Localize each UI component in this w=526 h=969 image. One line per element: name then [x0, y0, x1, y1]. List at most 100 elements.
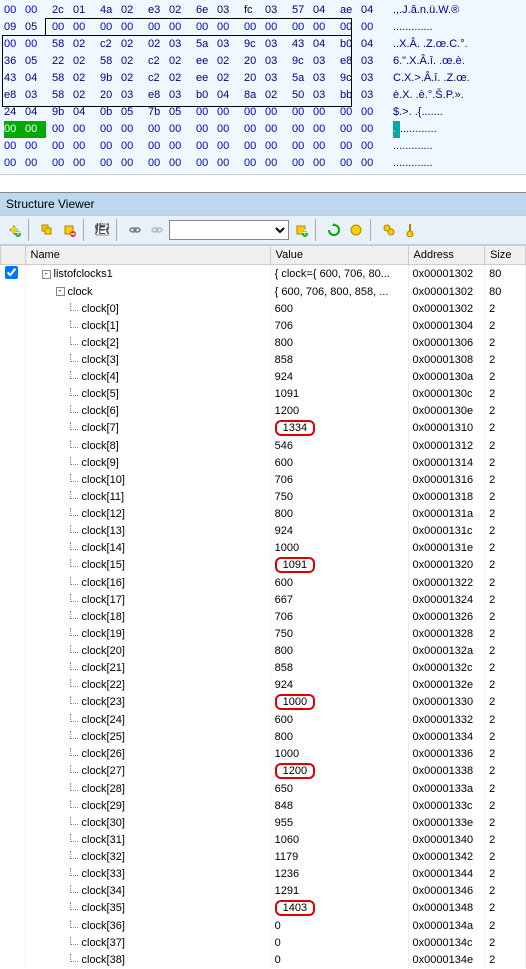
table-row[interactable]: clock[8]5460x000013122	[1, 437, 526, 454]
hex-row[interactable]: 00000000000000000000000000000000........…	[4, 138, 522, 155]
table-row[interactable]: clock[0]6000x000013022	[1, 300, 526, 317]
col-name[interactable]: Name	[25, 246, 270, 265]
table-row[interactable]: clock[17]6670x000013242	[1, 591, 526, 608]
row-address: 0x00001348	[408, 899, 485, 917]
hex-viewer[interactable]: 00002c014a02e3026e03fc035704ae04.,.J.â.n…	[0, 0, 526, 174]
table-row[interactable]: clock[9]6000x000013142	[1, 454, 526, 471]
row-size: 2	[485, 642, 526, 659]
hex-row[interactable]: 00002c014a02e3026e03fc035704ae04.,.J.â.n…	[4, 2, 522, 19]
hex-row[interactable]: 24049b040b057b050000000000000000$.>. .{.…	[4, 104, 522, 121]
row-size: 2	[485, 917, 526, 934]
table-row[interactable]: clock[29]8480x0000133c2	[1, 797, 526, 814]
table-row[interactable]: clock[24]6000x000013322	[1, 711, 526, 728]
col-address[interactable]: Address	[408, 246, 485, 265]
table-row[interactable]: clock[4]9240x0000130a2	[1, 368, 526, 385]
row-size: 2	[485, 659, 526, 676]
hex-row[interactable]: 00005802c20202035a039c034304b004..X.Â. .…	[4, 36, 522, 53]
hex-row[interactable]: 00000000000000000000000000000000........…	[4, 121, 522, 138]
row-address: 0x00001306	[408, 334, 485, 351]
table-row[interactable]: clock[2]8000x000013062	[1, 334, 526, 351]
link-button[interactable]	[125, 220, 145, 240]
row-value: 1179	[270, 848, 408, 865]
table-row[interactable]: clock[32]11790x000013422	[1, 848, 526, 865]
hex-row[interactable]: 09050000000000000000000000000000........…	[4, 19, 522, 36]
row-name: listofclocks1	[54, 268, 113, 280]
row-address: 0x00001318	[408, 488, 485, 505]
row-address: 0x0000133c	[408, 797, 485, 814]
tree-toggle[interactable]: -	[42, 270, 51, 279]
table-row[interactable]: clock[10]7060x000013162	[1, 471, 526, 488]
table-row[interactable]: clock[18]7060x000013262	[1, 608, 526, 625]
row-size: 2	[485, 625, 526, 642]
table-row[interactable]: clock[33]12360x000013442	[1, 865, 526, 882]
row-size: 2	[485, 556, 526, 574]
table-row[interactable]: clock[37]00x0000134c2	[1, 934, 526, 951]
fav-button[interactable]	[379, 220, 399, 240]
hex-toggle-button[interactable]: HEXDEC	[92, 220, 112, 240]
highlight-button[interactable]	[346, 220, 366, 240]
table-row[interactable]: clock[13]9240x0000131c2	[1, 522, 526, 539]
table-row[interactable]: -clock{ 600, 706, 800, 858, ...0x0000130…	[1, 283, 526, 300]
row-name: clock[13]	[82, 525, 125, 537]
add-struct-button[interactable]: +	[4, 220, 24, 240]
hex-row[interactable]: e80358022003e803b0048a025003bb03è.X. .è.…	[4, 87, 522, 104]
table-row[interactable]: clock[21]8580x0000132c2	[1, 659, 526, 676]
row-name: clock[8]	[82, 440, 119, 452]
table-row[interactable]: clock[6]12000x0000130e2	[1, 402, 526, 419]
tree-toggle[interactable]: -	[56, 287, 65, 296]
row-name: clock[3]	[82, 354, 119, 366]
table-row[interactable]: clock[15]10910x000013202	[1, 556, 526, 574]
table-row[interactable]: clock[27]12000x000013382	[1, 762, 526, 780]
table-row[interactable]: -listofclocks1{ clock={ 600, 706, 80...0…	[1, 265, 526, 284]
row-address: 0x00001338	[408, 762, 485, 780]
table-row[interactable]: clock[20]8000x0000132a2	[1, 642, 526, 659]
structure-select[interactable]	[169, 220, 289, 240]
row-name: clock[5]	[82, 388, 119, 400]
table-row[interactable]: clock[30]9550x0000133e2	[1, 814, 526, 831]
copy-struct-button[interactable]	[37, 220, 57, 240]
table-row[interactable]: clock[25]8000x000013342	[1, 728, 526, 745]
table-row[interactable]: clock[14]10000x0000131e2	[1, 539, 526, 556]
row-address: 0x00001330	[408, 693, 485, 711]
row-address: 0x00001308	[408, 351, 485, 368]
table-row[interactable]: clock[16]6000x000013222	[1, 574, 526, 591]
row-size: 2	[485, 317, 526, 334]
row-size: 2	[485, 351, 526, 368]
options-button[interactable]	[401, 220, 421, 240]
refresh-button[interactable]	[324, 220, 344, 240]
table-row[interactable]: clock[11]7500x000013182	[1, 488, 526, 505]
table-row[interactable]: clock[36]00x0000134a2	[1, 917, 526, 934]
row-size: 2	[485, 814, 526, 831]
table-row[interactable]: clock[31]10600x000013402	[1, 831, 526, 848]
table-row[interactable]: clock[3]8580x000013082	[1, 351, 526, 368]
table-row[interactable]: clock[38]00x0000134e2	[1, 951, 526, 968]
structure-grid[interactable]: Name Value Address Size -listofclocks1{ …	[0, 245, 526, 968]
add-to-list-button[interactable]: +	[291, 220, 311, 240]
row-name: clock[4]	[82, 371, 119, 383]
col-value[interactable]: Value	[270, 246, 408, 265]
row-size: 2	[485, 608, 526, 625]
remove-struct-button[interactable]	[59, 220, 79, 240]
hex-row[interactable]: 00000000000000000000000000000000........…	[4, 155, 522, 172]
table-row[interactable]: clock[12]8000x0000131a2	[1, 505, 526, 522]
hex-row[interactable]: 360522025802c202ee0220039c03e8036.".X.Â.…	[4, 53, 522, 70]
table-row[interactable]: clock[7]13340x000013102	[1, 419, 526, 437]
table-row[interactable]: clock[26]10000x000013362	[1, 745, 526, 762]
col-size[interactable]: Size	[485, 246, 526, 265]
table-row[interactable]: clock[22]9240x0000132e2	[1, 676, 526, 693]
unlink-button[interactable]	[147, 220, 167, 240]
table-row[interactable]: clock[5]10910x0000130c2	[1, 385, 526, 402]
hex-row[interactable]: 430458029b02c202ee0220035a039c03C.X.>.Â.…	[4, 70, 522, 87]
row-size: 2	[485, 951, 526, 968]
col-select[interactable]	[1, 246, 26, 265]
table-row[interactable]: clock[1]7060x000013042	[1, 317, 526, 334]
table-row[interactable]: clock[34]12910x000013462	[1, 882, 526, 899]
row-checkbox[interactable]	[5, 266, 18, 279]
table-row[interactable]: clock[23]10000x000013302	[1, 693, 526, 711]
row-name: clock[17]	[82, 594, 125, 606]
table-row[interactable]: clock[35]14030x000013482	[1, 899, 526, 917]
table-row[interactable]: clock[19]7500x000013282	[1, 625, 526, 642]
table-row[interactable]: clock[28]6500x0000133a2	[1, 780, 526, 797]
row-size: 2	[485, 368, 526, 385]
row-name: clock[6]	[82, 405, 119, 417]
